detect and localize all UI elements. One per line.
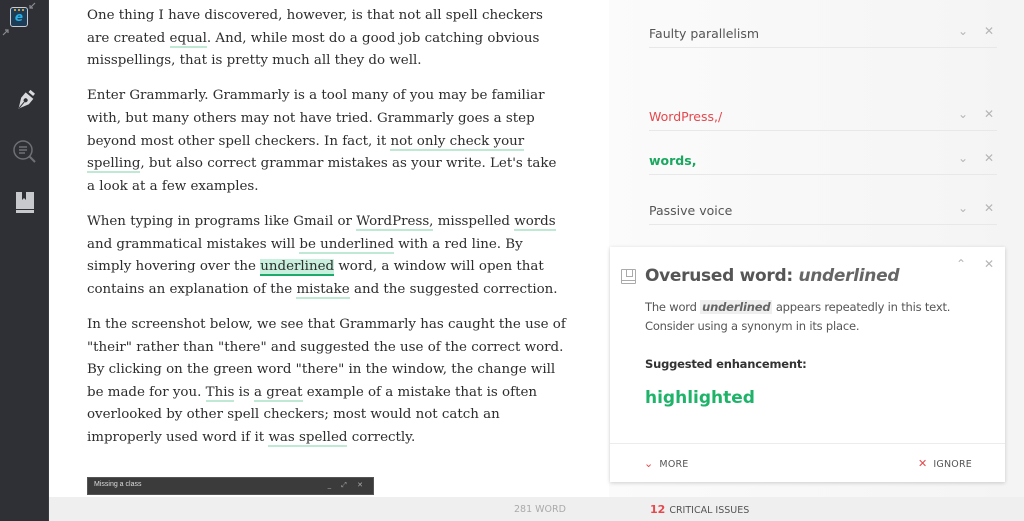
text-segment: is — [234, 384, 255, 400]
text-segment: correctly. — [347, 429, 416, 445]
issue-title: Passive voice — [649, 203, 733, 218]
flagged-text[interactable]: words — [514, 213, 556, 231]
flagged-text[interactable]: be underlined — [299, 236, 395, 254]
close-icon[interactable]: ✕ — [981, 201, 997, 217]
text-segment: , but also correct grammar mistakes as y… — [87, 156, 557, 194]
suggestion-label: Suggested enhancement: — [645, 357, 807, 371]
card-description: The word underlined appears repeatedly i… — [645, 300, 951, 333]
issue-title: Faulty parallelism — [649, 26, 760, 41]
word-count: 281 WORD — [514, 504, 566, 515]
chevron-down-icon[interactable]: ⌄ — [955, 24, 971, 40]
book-icon — [15, 192, 34, 213]
sidebar-item-search[interactable] — [0, 137, 49, 167]
text-segment: and the suggested correction. — [349, 281, 558, 297]
paragraph: In the screenshot below, we see that Gra… — [87, 314, 567, 450]
chevron-up-icon[interactable]: ⌃ — [953, 257, 969, 273]
chevron-down-icon: ⌄ — [644, 457, 654, 470]
flagged-text[interactable]: a great — [254, 384, 303, 402]
document-text[interactable]: One thing I have discovered, however, is… — [87, 5, 567, 462]
document-editor[interactable]: One thing I have discovered, however, is… — [49, 0, 609, 497]
expanded-issue-card: ⌃ ✕ Overused word: underlined The word u… — [610, 247, 1005, 482]
book-icon — [621, 269, 636, 284]
sidebar-item-write[interactable] — [0, 86, 49, 116]
issue-card-words[interactable]: words, ⌄ ✕ — [649, 147, 997, 175]
chevron-down-icon[interactable]: ⌄ — [955, 107, 971, 123]
embedded-window-controls: _ ⤢ ✕ — [327, 481, 367, 489]
close-icon[interactable]: ✕ — [981, 151, 997, 167]
issue-card-faulty-parallelism[interactable]: Faulty parallelism ⌄ ✕ — [649, 20, 997, 48]
paragraph: Enter Grammarly. Grammarly is a tool man… — [87, 85, 567, 198]
pen-icon — [18, 89, 35, 109]
card-title: Overused word: underlined — [645, 266, 900, 286]
suggestion-replacement[interactable]: highlighted — [645, 388, 755, 408]
close-icon[interactable]: ✕ — [981, 107, 997, 123]
issue-title: words, — [649, 153, 697, 168]
text-segment: and grammatical mistakes will — [87, 236, 300, 252]
card-title-word: underlined — [798, 266, 900, 286]
chevron-down-icon[interactable]: ⌄ — [955, 201, 971, 217]
sidebar: e — [0, 0, 49, 521]
flagged-text[interactable]: was spelled — [268, 429, 348, 447]
critical-issues-count[interactable]: 12 CRITICAL ISSUES — [650, 503, 749, 516]
active-flagged-text[interactable]: underlined — [260, 259, 335, 277]
embedded-screenshot-title: Missing a class — [94, 481, 142, 488]
issue-title: WordPress,/ — [649, 109, 723, 124]
text-segment: misspelled — [433, 213, 515, 229]
text-segment: When typing in programs like Gmail or — [87, 213, 357, 229]
critical-issues-number: 12 — [650, 503, 666, 516]
status-bar: 281 WORD 12 CRITICAL ISSUES — [49, 497, 1024, 521]
close-icon[interactable]: ✕ — [981, 257, 997, 273]
ignore-button[interactable]: ✕ IGNORE — [918, 457, 972, 470]
search-document-icon — [12, 140, 36, 163]
paragraph: When typing in programs like Gmail or Wo… — [87, 211, 567, 301]
suggestions-panel: Faulty parallelism ⌄ ✕ WordPress,/ ⌄ ✕ w… — [609, 0, 1024, 497]
close-icon: ✕ — [918, 457, 928, 470]
embedded-screenshot: Missing a class _ ⤢ ✕ — [87, 477, 374, 495]
paragraph: One thing I have discovered, however, is… — [87, 5, 567, 73]
sidebar-item-logo[interactable]: e — [0, 0, 49, 36]
sidebar-item-dictionary[interactable] — [0, 188, 49, 218]
overused-word: underlined — [700, 300, 773, 314]
more-button[interactable]: ⌄ MORE — [644, 457, 689, 470]
app-logo-icon: e — [10, 7, 28, 27]
flagged-text[interactable]: This — [205, 384, 235, 402]
card-footer: ⌄ MORE ✕ IGNORE — [610, 443, 1005, 482]
flagged-text[interactable]: WordPress, — [356, 213, 434, 231]
issue-card-wordpress[interactable]: WordPress,/ ⌄ ✕ — [649, 103, 997, 131]
close-icon[interactable]: ✕ — [981, 24, 997, 40]
flagged-text[interactable]: equal — [169, 30, 207, 48]
flagged-text[interactable]: mistake — [296, 281, 350, 299]
issue-card-passive-voice[interactable]: Passive voice ⌄ ✕ — [649, 197, 997, 225]
chevron-down-icon[interactable]: ⌄ — [955, 151, 971, 167]
